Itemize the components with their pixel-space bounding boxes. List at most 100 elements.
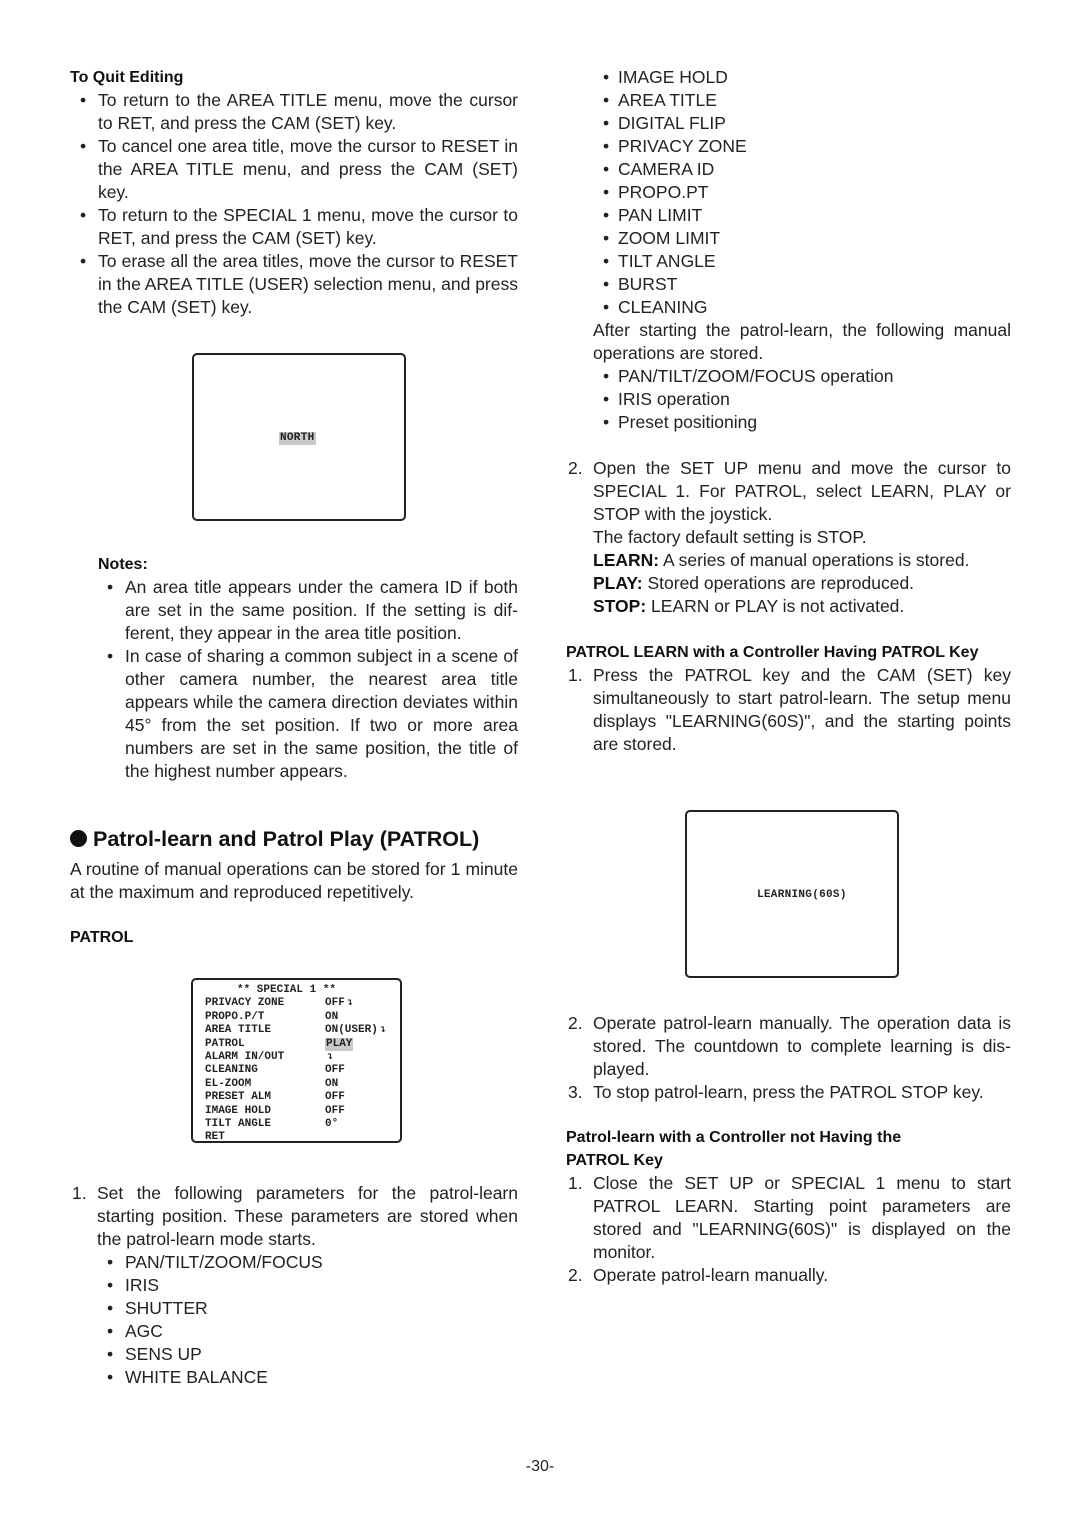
submenu-arrow-icon: ↴ xyxy=(346,998,353,1010)
list-item: CLEANING xyxy=(566,296,1011,319)
list-item: PAN/TILT/ZOOM/FOCUS operation xyxy=(566,365,1011,388)
step-item: 1. Set the following parameters for the p… xyxy=(70,1182,518,1251)
list-item: IMAGE HOLD xyxy=(566,66,1011,89)
list-item: SHUTTER xyxy=(70,1297,518,1320)
step-text: Press the PATROL key and the CAM (SET) k… xyxy=(593,665,1011,754)
step-number: 2. xyxy=(568,1265,583,1285)
definition-play: PLAY: Stored operations are reproduced. xyxy=(566,572,1011,595)
menu-row-label: IMAGE HOLD xyxy=(205,1104,272,1117)
step-text: Operate patrol-learn manually. The opera… xyxy=(593,1013,1011,1079)
step-item: 1. Close the SET UP or SPECIAL 1 menu to … xyxy=(566,1172,1011,1264)
menu-row-value: PLAY xyxy=(325,1037,354,1052)
menu-row-label: ALARM IN/OUT xyxy=(205,1051,285,1064)
menu-row-label: CLEANING xyxy=(205,1064,258,1077)
monitor-learning-illustration: LEARNING(60S) xyxy=(685,810,899,978)
list-item: AGC xyxy=(70,1320,518,1343)
menu-row: RET xyxy=(205,1131,400,1144)
step-item: 3. To stop patrol-learn, press the PATROL… xyxy=(566,1081,1011,1104)
special-menu-illustration: ** SPECIAL 1 ** PRIVACY ZONE OFF ↴ PROPO.P/… xyxy=(191,978,402,1143)
bullet-dot-icon xyxy=(70,830,87,847)
list-item: To return to the SPECIAL 1 menu, move th… xyxy=(70,204,518,250)
menu-row-label: RET xyxy=(205,1131,225,1144)
term-desc: A series of manual operations is stored. xyxy=(663,550,970,570)
step-text: Close the SET UP or SPECIAL 1 menu to st… xyxy=(593,1173,1011,1262)
step-number: 2. xyxy=(568,458,583,478)
menu-row-label: AREA TITLE xyxy=(205,1024,272,1037)
menu-row: ALARM IN/OUT ↴ xyxy=(205,1051,400,1064)
section-title-text: Patrol-learn and Patrol Play (PATROL) xyxy=(93,827,480,851)
menu-row-value: ON(USER) xyxy=(325,1024,378,1037)
list-item: An area title appears under the camera I… xyxy=(70,576,518,645)
quit-editing-heading: To Quit Editing xyxy=(70,69,184,86)
menu-row: PROPO.P/T ON xyxy=(205,1011,400,1024)
left-column: To Quit Editing To return to the AREA TI… xyxy=(70,66,518,319)
param-list: PAN/TILT/ZOOM/FOCUS IRIS SHUTTER AGC SEN… xyxy=(70,1251,518,1389)
menu-rows: PRIVACY ZONE OFF ↴ PROPO.P/T ON AREA TITLE ON(… xyxy=(205,997,400,1144)
menu-row-label: PATROL xyxy=(205,1037,245,1050)
menu-row-value: OFF xyxy=(325,1064,345,1077)
menu-row: TILT ANGLE 0° xyxy=(205,1118,400,1131)
term-desc: LEARN or PLAY is not activated. xyxy=(651,596,905,616)
step-item: 2. Open the SET UP menu and move the curs… xyxy=(566,457,1011,526)
list-item: PRIVACY ZONE xyxy=(566,135,1011,158)
list-item: TILT ANGLE xyxy=(566,250,1011,273)
learning-osd: LEARNING(60S) xyxy=(757,889,847,901)
menu-row-label: PROPO.P/T xyxy=(205,1010,265,1023)
step-number: 2. xyxy=(568,1013,583,1033)
menu-title: ** SPECIAL 1 ** xyxy=(237,984,337,996)
section-title: Patrol-learn and Patrol Play (PATROL) xyxy=(70,826,518,852)
section-intro: A routine of manual operations can be st… xyxy=(70,859,518,902)
step-text: Set the following parameters for the pat… xyxy=(97,1183,518,1249)
menu-row-value: OFF xyxy=(325,1104,345,1117)
quit-editing-list: To return to the AREA TITLE menu, move t… xyxy=(70,89,518,319)
menu-row: PRESET ALM OFF xyxy=(205,1091,400,1104)
menu-row: IMAGE HOLD OFF xyxy=(205,1105,400,1118)
definition-learn: LEARN: A series of manual operations is … xyxy=(566,549,1011,572)
term: LEARN: xyxy=(593,550,660,570)
list-item: In case of sharing a common subject in a… xyxy=(70,645,518,783)
after-text: After starting the patrol-learn, the fol… xyxy=(593,320,1011,363)
menu-row-value: 0° xyxy=(325,1118,339,1131)
list-item: WHITE BALANCE xyxy=(70,1366,518,1389)
list-item: Preset positioning xyxy=(566,411,1011,434)
menu-row-label: EL-ZOOM xyxy=(205,1077,252,1090)
default-text: The factory default setting is STOP. xyxy=(593,527,867,547)
list-item: SENS UP xyxy=(70,1343,518,1366)
menu-row-label: PRESET ALM xyxy=(205,1091,272,1104)
area-title-osd: NORTH xyxy=(279,432,316,445)
step-number: 1. xyxy=(568,665,583,685)
page-number: -30- xyxy=(525,1458,555,1475)
list-item: IRIS operation xyxy=(566,388,1011,411)
definition-stop: STOP: LEARN or PLAY is not activated. xyxy=(566,595,1011,618)
list-item: AREA TITLE xyxy=(566,89,1011,112)
step-item: 2. Operate patrol-learn manually. xyxy=(566,1264,1011,1287)
step1-block: 1. Set the following parameters for the p… xyxy=(70,1182,518,1389)
list-item: PAN/TILT/ZOOM/FOCUS xyxy=(70,1251,518,1274)
menu-row: CLEANING OFF xyxy=(205,1064,400,1077)
list-item: BURST xyxy=(566,273,1011,296)
term: PLAY: xyxy=(593,573,643,593)
notes-block: Notes: An area title appears under the c… xyxy=(70,553,518,783)
menu-row-label: PRIVACY ZONE xyxy=(205,997,285,1010)
param-list-continued: IMAGE HOLD AREA TITLE DIGITAL FLIP PRIVA… xyxy=(566,66,1011,319)
menu-row: AREA TITLE ON(USER) ↴ xyxy=(205,1024,400,1037)
list-item: To cancel one area title, move the curso… xyxy=(70,135,518,204)
notes-heading: Notes: xyxy=(98,556,148,573)
list-item: CAMERA ID xyxy=(566,158,1011,181)
menu-row-label: TILT ANGLE xyxy=(205,1118,272,1131)
menu-row-value: ON xyxy=(325,1010,339,1023)
list-item: To erase all the area titles, move the c… xyxy=(70,250,518,319)
without-key-heading: Patrol-learn with a Controller not Havin… xyxy=(566,1129,902,1169)
patrol-section: Patrol-learn and Patrol Play (PATROL) A … xyxy=(70,826,518,949)
step2-block: 2. Open the SET UP menu and move the curs… xyxy=(566,457,1011,618)
list-item: PAN LIMIT xyxy=(566,204,1011,227)
menu-row-value: OFF xyxy=(325,997,345,1010)
with-key-steps-after: 2. Operate patrol-learn manually. The ope… xyxy=(566,1012,1011,1287)
without-key-block: Patrol-learn with a Controller not Havin… xyxy=(566,1126,1011,1287)
step-text: Operate patrol-learn manually. xyxy=(593,1265,829,1285)
term-desc: Stored operations are reproduced. xyxy=(647,573,915,593)
list-item: DIGITAL FLIP xyxy=(566,112,1011,135)
step-item: 2. Operate patrol-learn manually. The ope… xyxy=(566,1012,1011,1081)
with-key-heading: PATROL LEARN with a Controller Having PA… xyxy=(566,644,979,661)
step-item: 1. Press the PATROL key and the CAM (SET)… xyxy=(566,664,1011,756)
